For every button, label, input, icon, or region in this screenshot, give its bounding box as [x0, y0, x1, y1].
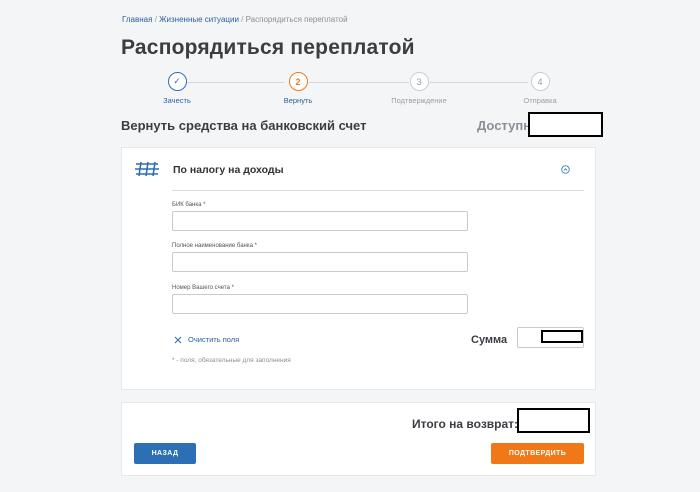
bank-name-input[interactable] [172, 252, 468, 272]
step-label: Вернуть [283, 96, 313, 105]
bik-label: БИК банка * [172, 202, 206, 208]
section-title: Вернуть средства на банковский счет [121, 118, 367, 133]
step-number: 3 [409, 72, 429, 91]
step-label: Зачесть [163, 96, 191, 105]
tax-document-icon [135, 161, 159, 177]
required-fields-note: * - поля, обязательные для заполнения [172, 357, 291, 364]
close-icon [174, 336, 182, 343]
breadcrumb-current: Распорядиться переплатой [245, 15, 348, 24]
step-label: Отправка [523, 96, 557, 105]
breadcrumb-link-life-situations[interactable]: Жизненные ситуации [159, 15, 239, 24]
back-button[interactable]: НАЗАД [134, 443, 196, 464]
breadcrumb-link-home[interactable]: Главная [122, 15, 152, 24]
step-confirmation: 3 Подтверждение [379, 72, 459, 105]
breadcrumb-separator: / [241, 15, 244, 24]
step-label: Подтверждение [391, 96, 447, 105]
tax-return-card: По налогу на доходы БИК банка * Полное н… [121, 147, 596, 390]
step-return[interactable]: 2 Вернуть [258, 72, 338, 105]
confirm-button[interactable]: ПОДТВЕРДИТЬ [491, 443, 584, 464]
bank-name-label: Полное наименование банка * [172, 243, 257, 249]
account-number-input[interactable] [172, 294, 468, 314]
breadcrumb: Главная / Жизненные ситуации / Распоряди… [122, 15, 348, 24]
redacted-available-amount [528, 112, 603, 137]
step-number: 2 [288, 72, 308, 91]
step-number: 4 [530, 72, 550, 91]
clear-fields-button[interactable]: Очистить поля [174, 335, 239, 344]
step-offset[interactable]: ✓ Зачесть [137, 72, 217, 105]
redacted-sum-value [541, 330, 583, 343]
breadcrumb-separator: / [154, 15, 157, 24]
total-label: Итого на возврат: [412, 417, 519, 431]
clear-fields-label: Очистить поля [188, 335, 240, 344]
collapse-circle-icon[interactable] [561, 165, 570, 174]
redacted-total-amount [517, 408, 590, 433]
card-title: По налогу на доходы [173, 164, 284, 176]
account-number-label: Номер Вашего счета * [172, 285, 234, 291]
progress-stepper: ✓ Зачесть 2 Вернуть 3 Подтверждение 4 От… [0, 72, 700, 108]
sum-label: Сумма [471, 334, 508, 346]
card-header[interactable]: По налогу на доходы [122, 148, 595, 190]
check-icon: ✓ [167, 72, 187, 91]
card-divider [172, 190, 584, 191]
page-title: Распорядиться переплатой [121, 36, 415, 59]
bik-input[interactable] [172, 211, 468, 231]
step-sending: 4 Отправка [500, 72, 580, 105]
